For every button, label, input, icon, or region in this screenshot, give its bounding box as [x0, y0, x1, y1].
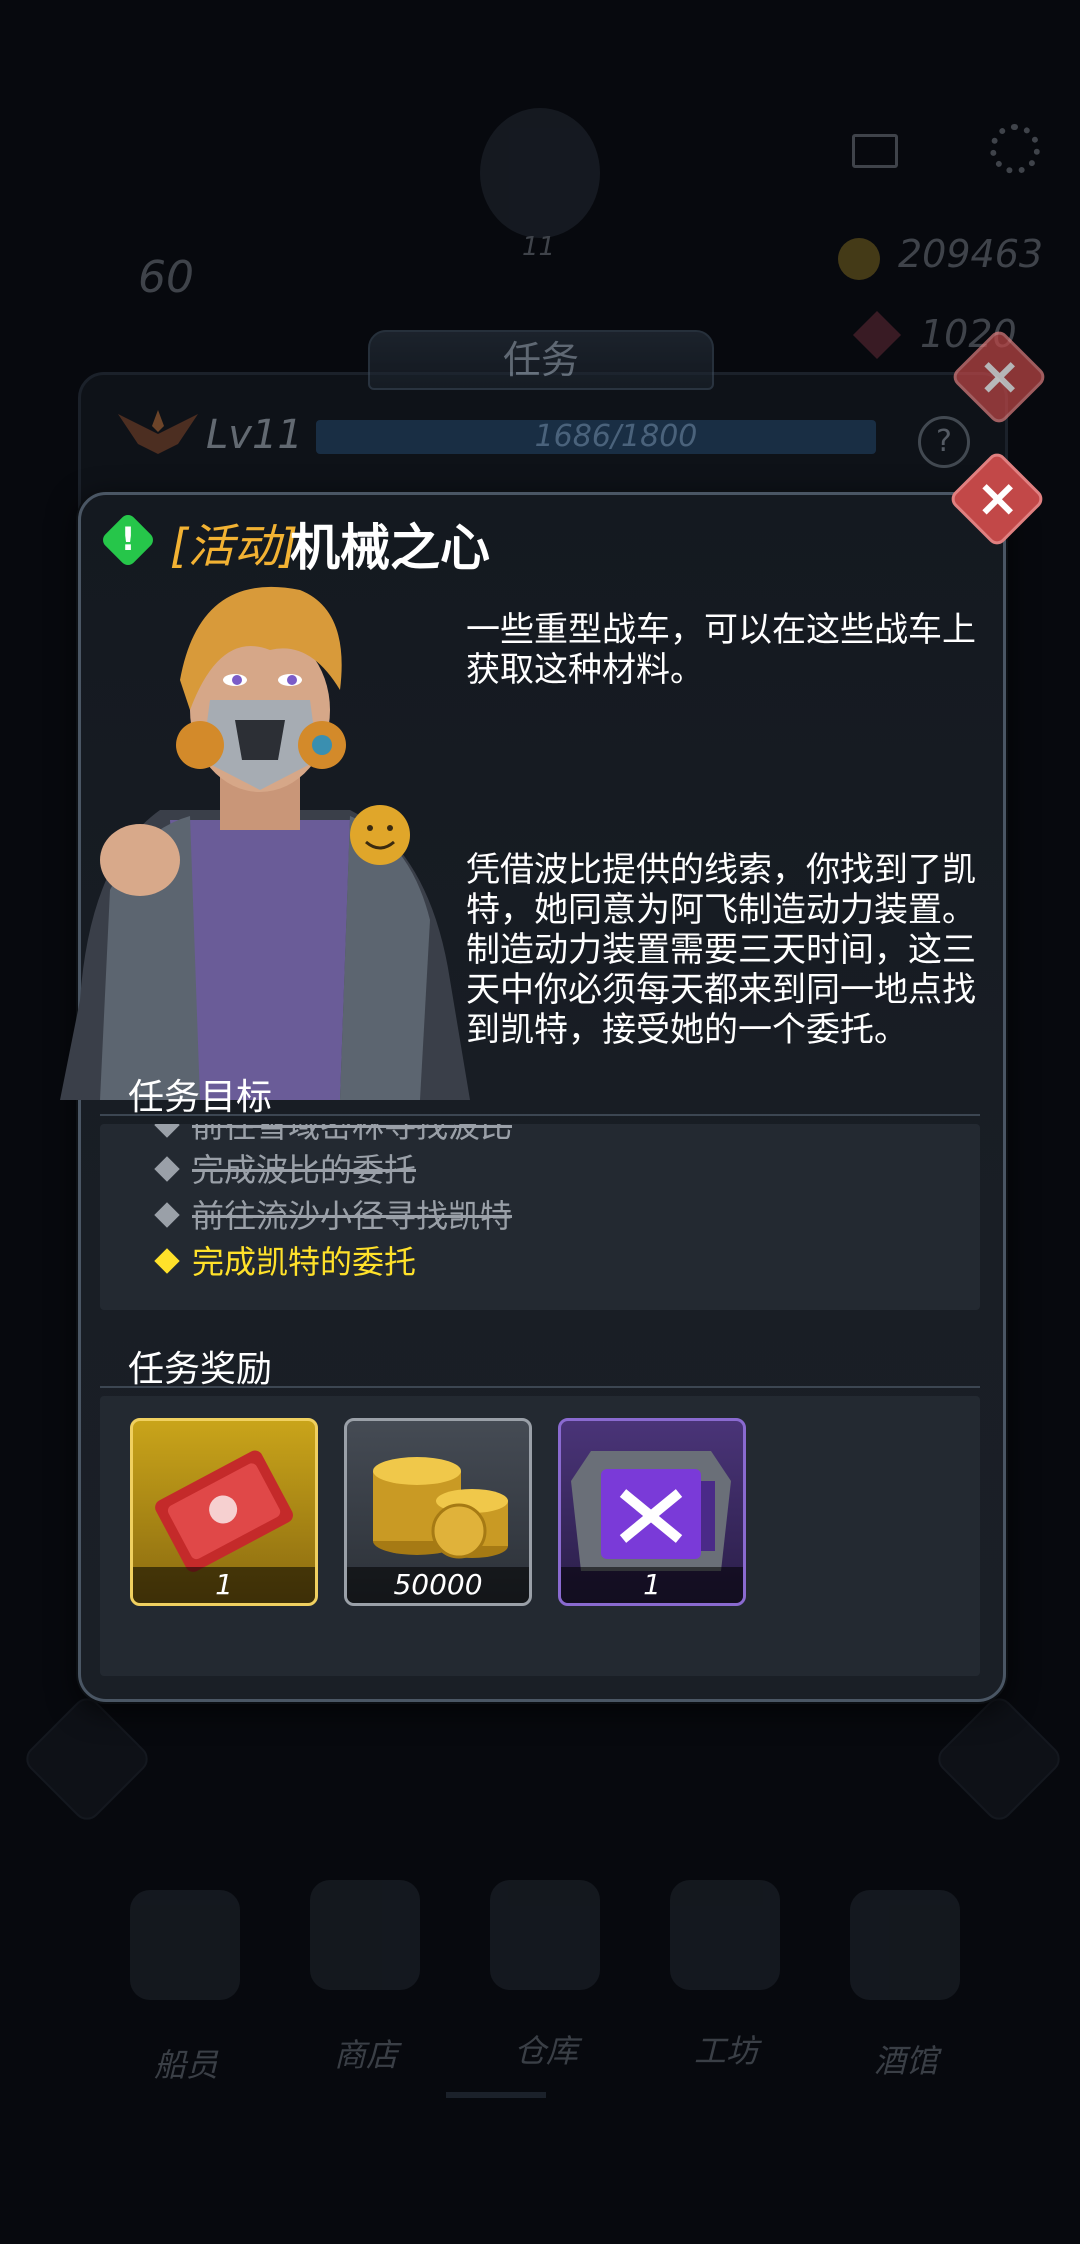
diamond-icon	[154, 1124, 180, 1138]
reward-red-ticket[interactable]: 1	[130, 1418, 318, 1606]
rewards-heading: 任务奖励	[128, 1349, 273, 1390]
desc-line: 天中你必须每天都来到同一地点找	[466, 970, 976, 1010]
desc-line: 一些重型战车，可以在这些战车上	[466, 610, 976, 650]
objective-item: 前往雪域密林寻找波比	[154, 1124, 513, 1146]
diamond-icon	[154, 1248, 180, 1274]
crew-icon[interactable]	[130, 1890, 240, 2000]
alert-mark: !	[120, 520, 136, 558]
shop-icon[interactable]	[310, 1880, 420, 1990]
reward-count: 1	[133, 1567, 315, 1603]
nav-workshop[interactable]: 工坊	[656, 2026, 796, 2072]
nav-shop[interactable]: 商店	[296, 2030, 436, 2076]
xp-progress-text: 1686/1800	[534, 419, 698, 454]
task-panel-tab: 任务	[368, 330, 714, 390]
reward-count: 1	[561, 1567, 743, 1603]
player-avatar	[480, 108, 600, 238]
objectives-list[interactable]: 前往雪域密林寻找波比 完成波比的委托 前往流沙小径寻找凯特 完成凯特的委托	[100, 1124, 980, 1310]
objective-item: 前往流沙小径寻找凯特	[154, 1196, 513, 1236]
reward-count: 50000	[347, 1567, 529, 1603]
rewards-divider	[100, 1386, 980, 1388]
nav-tavern[interactable]: 酒馆	[836, 2036, 976, 2082]
left-side-button[interactable]	[20, 1692, 154, 1826]
character-portrait	[50, 560, 470, 1100]
desc-line: 特，她同意为阿飞制造动力装置。	[466, 890, 976, 930]
reward-purple-chest[interactable]: 1	[558, 1418, 746, 1606]
help-button[interactable]: ?	[918, 416, 970, 468]
bottom-nav: 船员 商店 仓库 工坊 酒馆	[100, 1880, 980, 2098]
nav-crew[interactable]: 船员	[116, 2040, 256, 2086]
objective-text: 前往雪域密林寻找波比	[192, 1124, 513, 1145]
diamond-icon	[154, 1202, 180, 1228]
right-side-button[interactable]	[932, 1692, 1066, 1826]
close-icon: ×	[977, 346, 1022, 407]
mail-icon[interactable]	[852, 134, 898, 168]
objective-text: 前往流沙小径寻找凯特	[192, 1197, 513, 1235]
gear-icon[interactable]	[990, 124, 1040, 174]
objectives-heading: 任务目标	[128, 1077, 273, 1118]
objectives-divider	[100, 1114, 980, 1116]
workshop-icon[interactable]	[670, 1880, 780, 1990]
energy-value: 60	[138, 252, 194, 303]
desc-line: 制造动力装置需要三天时间，这三	[466, 930, 976, 970]
task-level-label: Lv11	[206, 412, 303, 458]
tavern-icon[interactable]	[850, 1890, 960, 2000]
gold-coin-icon	[838, 238, 880, 280]
close-icon: ×	[975, 468, 1020, 529]
objective-text: 完成凯特的委托	[192, 1243, 417, 1281]
gem-icon	[852, 310, 902, 360]
diamond-icon	[154, 1156, 180, 1182]
objective-item-current: 完成凯特的委托	[154, 1242, 417, 1282]
objective-item: 完成波比的委托	[154, 1150, 417, 1190]
desc-line: 到凯特，接受她的一个委托。	[466, 1010, 908, 1050]
quest-description-1: 一些重型战车，可以在这些战车上 获取这种材料。	[466, 610, 986, 690]
nav-warehouse[interactable]: 仓库	[476, 2026, 616, 2072]
desc-line: 凭借波比提供的线索，你找到了凯	[466, 850, 976, 890]
avatar-level: 11	[522, 232, 556, 262]
nav-active-indicator	[446, 2092, 546, 2098]
objective-text: 完成波比的委托	[192, 1151, 417, 1189]
reward-gold-coins[interactable]: 50000	[344, 1418, 532, 1606]
rank-badge-icon	[118, 404, 198, 454]
desc-line: 获取这种材料。	[466, 650, 704, 690]
gold-value: 209463	[898, 232, 1044, 276]
quest-description-2: 凭借波比提供的线索，你找到了凯 特，她同意为阿飞制造动力装置。 制造动力装置需要…	[466, 850, 986, 1050]
warehouse-icon[interactable]	[490, 1880, 600, 1990]
